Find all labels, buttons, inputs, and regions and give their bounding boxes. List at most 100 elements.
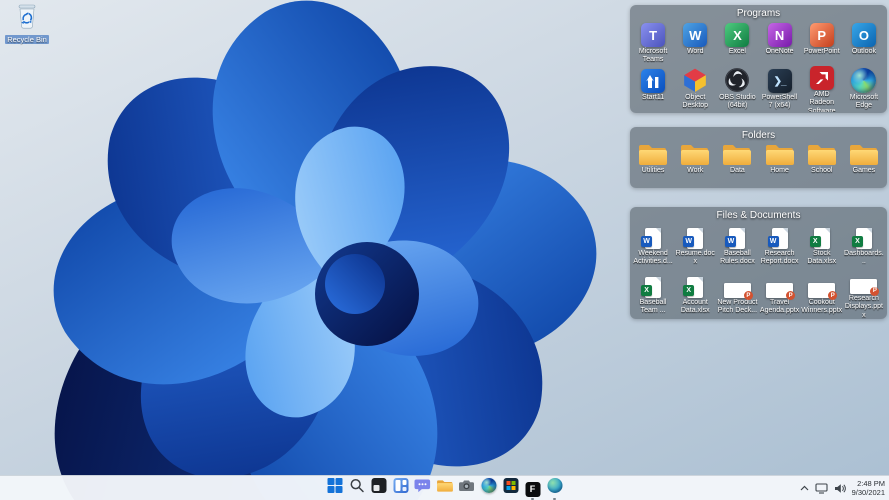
clock[interactable]: 2:48 PM 9/30/2021 [852, 479, 885, 498]
icon-label: PowerPoint [803, 48, 840, 55]
dark-app-icon [371, 478, 386, 498]
icon-label: PowerShell 7 (x64) [761, 94, 798, 110]
desktop-icon-stock-data-xlsx[interactable]: X Stock Data.xlsx [801, 222, 843, 271]
desktop-icon-data[interactable]: Data [716, 142, 758, 185]
icon-label: Start11 [642, 94, 665, 101]
word-doc-icon: W [641, 222, 662, 249]
folder-icon [765, 142, 795, 166]
desktop-icon-start11[interactable]: Start11 [632, 66, 674, 112]
desktop-icon-baseball-rules-docx[interactable]: W Baseball Rules.docx [716, 222, 758, 271]
desktop-icon-microsoft-teams[interactable]: T Microsoft Teams [632, 20, 674, 66]
fence-title-folders: Folders [741, 130, 776, 141]
desktop-icon-onenote[interactable]: N OneNote [759, 20, 801, 66]
taskbar-button-fences[interactable]: F [524, 479, 541, 500]
fence-title-files-documents: Files & Documents [716, 210, 801, 221]
fence-grid-files-documents: W Weekend Activities.d... W Resume.docx W Bas… [630, 221, 887, 321]
folder-icon [638, 142, 668, 166]
desktop-icon-account-data-xlsx[interactable]: X Account Data.xlsx [674, 271, 716, 320]
fence-group-folders[interactable]: Folders Utilities Work Data Home School Games [630, 127, 887, 188]
taskbar-button-camera[interactable] [458, 480, 475, 497]
desktop-icon-cookout-winners-pptx[interactable]: P Cookout Winners.pptx [801, 271, 843, 320]
taskbar-button-globe-app[interactable] [546, 478, 563, 500]
desktop: Recycle Bin Programs T Microsoft Teams W Wo… [0, 0, 889, 500]
folder-icon [722, 142, 752, 166]
volume-icon[interactable] [834, 483, 846, 494]
taskbar-button-edge-browser[interactable] [480, 478, 497, 497]
icon-label: OBS Studio (64bit) [719, 94, 756, 110]
word-doc-icon: W [725, 222, 746, 249]
fence-grid-programs: T Microsoft Teams W Word X Excel N OneNote P Powe… [630, 19, 887, 113]
icon-label: OneNote [765, 48, 794, 55]
icon-label: Data [730, 167, 745, 174]
fences-icon: F [525, 479, 540, 497]
desktop-icon-school[interactable]: School [801, 142, 843, 185]
fence-group-programs[interactable]: Programs T Microsoft Teams W Word X Excel N One… [630, 5, 887, 113]
desktop-icon-resume-docx[interactable]: W Resume.docx [674, 222, 716, 271]
desktop-icon-powerpoint[interactable]: P PowerPoint [801, 20, 843, 66]
desktop-icon-baseball-team[interactable]: X Baseball Team ... [632, 271, 674, 320]
desktop-icon-word[interactable]: W Word [674, 20, 716, 66]
icon-label: Dashboards... [844, 250, 884, 266]
desktop-icon-utilities[interactable]: Utilities [632, 142, 674, 185]
folder-icon [680, 142, 710, 166]
desktop-icon-object-desktop[interactable]: Object Desktop [674, 66, 716, 112]
ppt-doc-icon: P [808, 271, 838, 300]
taskbar-button-file-explorer[interactable] [436, 479, 453, 497]
word-icon: W [683, 20, 708, 47]
icon-label: Home [770, 167, 789, 174]
taskbar-button-start[interactable] [326, 478, 343, 498]
start-icon [327, 478, 342, 498]
desktop-icon-amd-radeon-software[interactable]: AMD Radeon Software [801, 66, 843, 112]
network-icon[interactable] [815, 482, 828, 494]
excel-doc-icon: X [641, 271, 662, 298]
taskbar-button-widgets[interactable] [392, 478, 409, 497]
desktop-icon-excel[interactable]: X Excel [716, 20, 758, 66]
teams-icon: T [641, 20, 666, 47]
excel-doc-icon: X [683, 271, 704, 298]
outlook-icon: O [851, 20, 876, 47]
taskbar-button-microsoft-store[interactable] [502, 478, 519, 497]
globe-icon [547, 478, 562, 498]
desktop-icon-new-product-pitch-deck[interactable]: P New Product Pitch Deck... [716, 271, 758, 320]
fence-grid-folders: Utilities Work Data Home School Games [630, 141, 887, 186]
desktop-icon-dashboards[interactable]: X Dashboards... [843, 222, 885, 271]
desktop-icon-research-report-docx[interactable]: W Research Report.docx [759, 222, 801, 271]
fence-group-files-documents[interactable]: Files & Documents W Weekend Activities.d.… [630, 207, 887, 319]
desktop-icon-outlook[interactable]: O Outlook [843, 20, 885, 66]
tray-chevron-up-icon[interactable] [800, 485, 809, 491]
icon-label: Weekend Activities.d... [633, 250, 673, 266]
recycle-bin[interactable]: Recycle Bin [4, 3, 50, 44]
taskbar-button-search[interactable] [348, 479, 365, 497]
desktop-icon-obs-studio-64bit[interactable]: OBS Studio (64bit) [716, 66, 758, 112]
desktop-icon-home[interactable]: Home [759, 142, 801, 185]
icon-label: Baseball Rules.docx [720, 250, 755, 266]
obs-studio-icon [724, 66, 750, 93]
icon-label: Microsoft Edge [849, 94, 879, 110]
clock-time: 2:48 PM [857, 478, 885, 488]
icon-label: Work [687, 167, 704, 174]
taskbar-button-chat[interactable] [414, 478, 431, 498]
icon-label: Research Displays.pptx [844, 294, 883, 319]
desktop-icon-work[interactable]: Work [674, 142, 716, 185]
taskbar-button-stardock-app[interactable] [370, 478, 387, 498]
running-indicator [531, 497, 534, 500]
desktop-icon-games[interactable]: Games [843, 142, 885, 185]
desktop-icon-powershell-7-x64[interactable]: ❯_ PowerShell 7 (x64) [759, 66, 801, 112]
icon-label: Excel [728, 48, 746, 55]
icon-label: School [811, 167, 833, 174]
desktop-icon-research-displays-pptx[interactable]: P Research Displays.pptx [843, 271, 885, 320]
icon-label: Research Report.docx [760, 250, 799, 266]
powerpoint-icon: P [809, 20, 834, 47]
icon-label: New Product Pitch Deck... [717, 299, 758, 315]
desktop-icon-weekend-activities-d[interactable]: W Weekend Activities.d... [632, 222, 674, 271]
desktop-icon-microsoft-edge[interactable]: Microsoft Edge [843, 66, 885, 112]
icon-label: Travel Agenda.pptx [759, 299, 800, 315]
ppt-doc-icon: P [723, 271, 753, 300]
icon-label: Word [686, 48, 704, 55]
desktop-icon-travel-agenda-pptx[interactable]: P Travel Agenda.pptx [759, 271, 801, 320]
icon-label: Resume.docx [675, 250, 715, 266]
recycle-bin-label: Recycle Bin [5, 35, 49, 44]
powershell-icon: ❯_ [767, 66, 792, 93]
chat-icon [414, 478, 431, 498]
running-indicator [553, 497, 556, 500]
